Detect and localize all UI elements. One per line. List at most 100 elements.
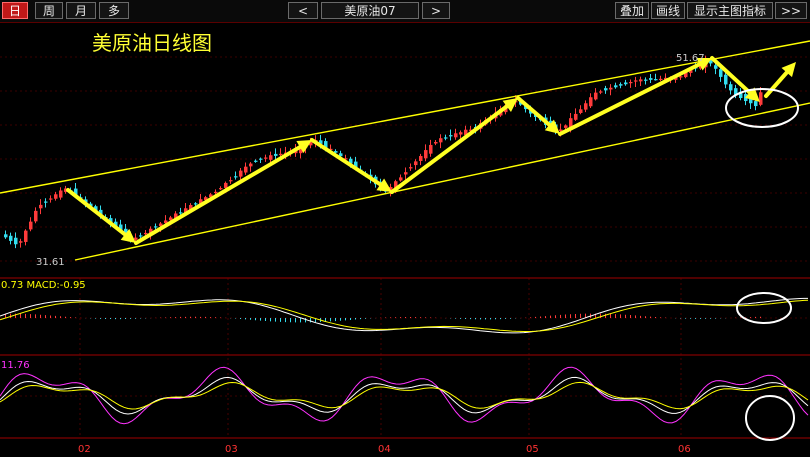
- channel-lower-line: [74, 102, 810, 261]
- candle-body: [134, 237, 138, 240]
- candle-body: [644, 79, 648, 81]
- x-tick-label: 05: [526, 444, 539, 455]
- x-tick-label: 03: [225, 444, 238, 455]
- candle-body: [254, 160, 258, 162]
- candle-body: [409, 167, 413, 169]
- candlestick-series: [4, 55, 763, 249]
- candle-body: [579, 109, 583, 113]
- candle-body: [419, 156, 423, 161]
- candle-body: [589, 97, 593, 107]
- candle-body: [234, 176, 238, 178]
- candle-body: [54, 194, 58, 199]
- candle-body: [759, 92, 763, 105]
- grid-lines: [0, 56, 810, 439]
- candle-body: [594, 92, 598, 100]
- candle-body: [714, 65, 718, 69]
- candle-body: [439, 138, 443, 143]
- candle-body: [259, 158, 263, 160]
- chart-title: 美原油日线图: [92, 31, 212, 55]
- trend-arrow: [66, 188, 127, 237]
- candle-body: [139, 235, 143, 237]
- overlay-button[interactable]: 叠加: [615, 2, 649, 19]
- x-tick-label: 02: [78, 444, 91, 455]
- candle-body: [424, 150, 428, 159]
- x-tick-label: 04: [378, 444, 391, 455]
- candle-body: [29, 221, 33, 230]
- candle-body: [459, 132, 463, 135]
- candle-body: [239, 170, 243, 177]
- candle-body: [624, 82, 628, 85]
- candle-body: [144, 232, 148, 235]
- candle-body: [599, 91, 603, 93]
- candle-body: [724, 74, 728, 85]
- more-button[interactable]: >>: [775, 2, 807, 19]
- toolbar: 日 周 月 多 < 美原油07 > 叠加 画线 显示主图指标 >>: [0, 0, 810, 23]
- candle-body: [659, 78, 663, 81]
- candle-body: [639, 79, 643, 82]
- candle-body: [654, 79, 658, 81]
- candle-body: [454, 133, 458, 138]
- symbol-name[interactable]: 美原油07: [321, 2, 419, 19]
- kdj-circle: [745, 395, 795, 441]
- candle-body: [44, 201, 48, 203]
- candle-body: [279, 153, 283, 156]
- candle-body: [59, 190, 63, 198]
- draw-line-button[interactable]: 画线: [651, 2, 685, 19]
- low-price-label: 31.61: [36, 257, 65, 268]
- next-symbol-button[interactable]: >: [422, 2, 450, 19]
- prev-symbol-button[interactable]: <: [288, 2, 318, 19]
- candle-body: [619, 84, 623, 86]
- candle-body: [194, 203, 198, 205]
- candle-body: [649, 78, 653, 80]
- candle-body: [564, 125, 568, 128]
- candle-body: [154, 226, 158, 228]
- candle-body: [224, 182, 228, 188]
- candle-body: [449, 135, 453, 137]
- candle-body: [634, 80, 638, 82]
- candle-body: [229, 180, 233, 182]
- kdj-panel: [0, 366, 809, 425]
- candle-body: [244, 166, 248, 173]
- period-month-button[interactable]: 月: [66, 2, 96, 19]
- candle-body: [614, 85, 618, 88]
- candle-body: [434, 141, 438, 144]
- candle-body: [39, 204, 43, 209]
- candle-body: [219, 188, 223, 190]
- high-price-label: 51.67: [676, 53, 705, 64]
- candle-body: [4, 234, 8, 238]
- candle-body: [444, 137, 448, 139]
- candle-body: [179, 212, 183, 214]
- candle-body: [264, 157, 268, 159]
- candle-body: [9, 235, 13, 241]
- macd-value-label: 0.73 MACD:-0.95: [1, 280, 86, 291]
- candle-body: [414, 161, 418, 166]
- candle-body: [249, 163, 253, 167]
- candle-body: [609, 87, 613, 90]
- candle-body: [574, 113, 578, 120]
- candle-body: [404, 172, 408, 175]
- period-multi-button[interactable]: 多: [99, 2, 129, 19]
- period-day-button[interactable]: 日: [2, 2, 28, 19]
- candle-body: [584, 103, 588, 110]
- candle-body: [34, 210, 38, 222]
- candle-body: [429, 144, 433, 154]
- show-indicator-button[interactable]: 显示主图指标: [687, 2, 773, 19]
- kdj-j-line: [0, 366, 809, 425]
- annotations: [0, 40, 810, 441]
- period-week-button[interactable]: 周: [35, 2, 63, 19]
- chart-area: 美原油日线图 51.67 31.61 0.73 MACD:-0.95 11.76…: [0, 31, 810, 455]
- candle-body: [274, 153, 278, 156]
- x-tick-label: 06: [678, 444, 691, 455]
- candle-body: [719, 69, 723, 77]
- candle-body: [19, 241, 23, 243]
- kdj-value-label: 11.76: [1, 360, 30, 371]
- candle-body: [269, 155, 273, 160]
- candle-body: [214, 191, 218, 194]
- candle-body: [629, 82, 633, 84]
- candle-body: [14, 237, 18, 245]
- candle-body: [24, 230, 28, 242]
- candle-body: [399, 177, 403, 181]
- trend-arrow: [134, 145, 302, 245]
- macd-dea-line: [0, 299, 809, 332]
- macd-circle: [736, 292, 792, 324]
